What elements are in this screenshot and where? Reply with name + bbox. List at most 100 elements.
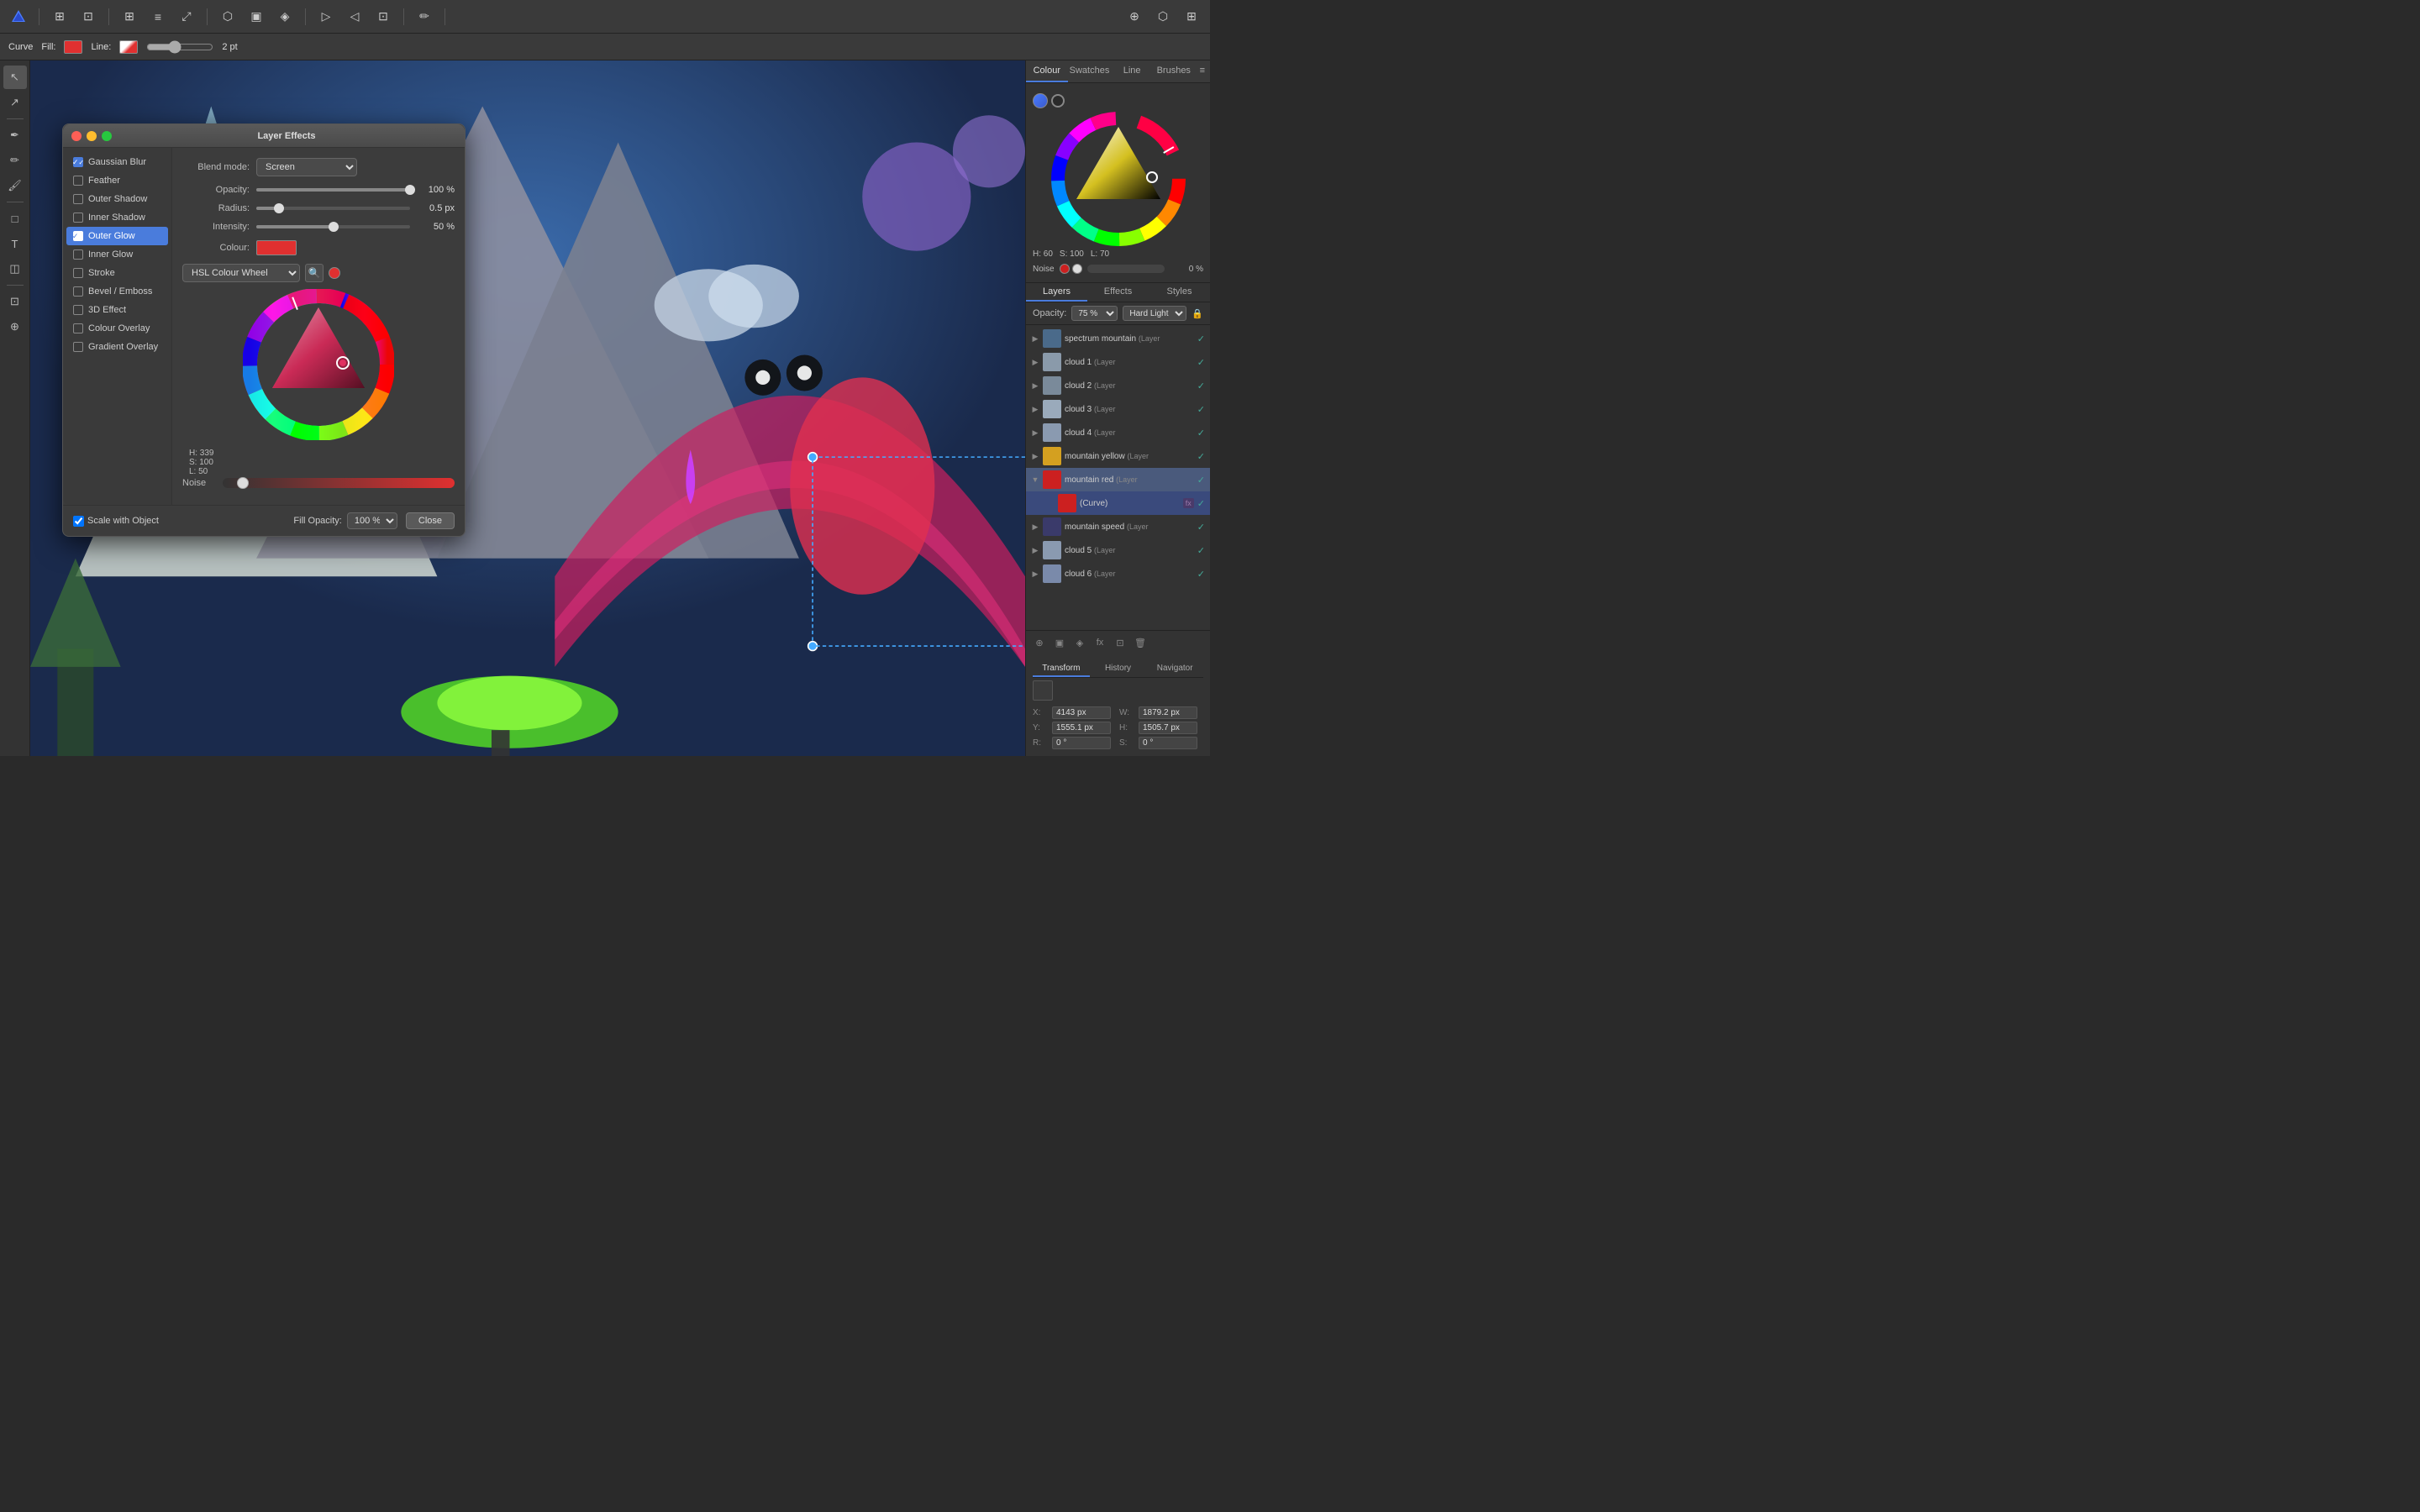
eyedropper-btn[interactable]: 🔍: [305, 264, 324, 282]
layer-item-cloud1[interactable]: ▶ cloud 1 (Layer ✓: [1026, 350, 1210, 374]
panel-noise-track[interactable]: [1087, 265, 1165, 273]
hsl-wheel[interactable]: [243, 289, 394, 440]
opacity-thumb[interactable]: [405, 185, 415, 195]
colour-swatch[interactable]: [256, 240, 297, 255]
copy-layer-icon[interactable]: ⊡: [1112, 634, 1128, 651]
layer-item-cloud2[interactable]: ▶ cloud 2 (Layer ✓: [1026, 374, 1210, 397]
dialog-close-btn[interactable]: [71, 131, 82, 141]
tab-transform[interactable]: Transform: [1033, 661, 1090, 677]
transform-btn[interactable]: ⤢: [175, 5, 198, 29]
settings-icon[interactable]: ⊞: [1180, 5, 1203, 29]
tab-effects[interactable]: Effects: [1087, 283, 1149, 302]
layer-expand-cloud2[interactable]: ▶: [1031, 381, 1039, 390]
layer-expand-cloud1[interactable]: ▶: [1031, 358, 1039, 366]
feather-check[interactable]: [73, 176, 83, 186]
effect-gradient-overlay[interactable]: Gradient Overlay: [66, 338, 168, 356]
new-layer-icon[interactable]: ⊕: [1031, 634, 1048, 651]
stroke-indicator[interactable]: [1051, 94, 1065, 108]
crop-tool[interactable]: ⊡: [3, 290, 27, 313]
layer-item-curve[interactable]: (Curve) fx ✓: [1026, 491, 1210, 515]
blend-mode-select[interactable]: Screen Normal Multiply Overlay: [256, 158, 357, 176]
h-input[interactable]: 1505.7 px: [1139, 722, 1197, 734]
tab-navigator[interactable]: Navigator: [1146, 661, 1203, 677]
zoom-tool[interactable]: ⊕: [3, 315, 27, 339]
noise-slider[interactable]: [223, 478, 455, 488]
line-color-swatch[interactable]: [119, 40, 138, 54]
layer-item-spectrum-mountain[interactable]: ▶ spectrum mountain (Layer ✓: [1026, 327, 1210, 350]
pen-tool[interactable]: ✒: [3, 123, 27, 147]
inner-shadow-check[interactable]: [73, 213, 83, 223]
group-layers-icon[interactable]: ▣: [1051, 634, 1068, 651]
layer-item-cloud3[interactable]: ▶ cloud 3 (Layer ✓: [1026, 397, 1210, 421]
fill-opacity-select[interactable]: 100 % 75 % 50 %: [347, 512, 397, 529]
grid-btn[interactable]: ⊞: [118, 5, 141, 29]
text-tool[interactable]: T: [3, 232, 27, 255]
tab-styles[interactable]: Styles: [1149, 283, 1210, 302]
panel-menu-btn[interactable]: ≡: [1195, 60, 1210, 82]
pen-btn[interactable]: ✏: [413, 5, 436, 29]
layer-item-cloud4[interactable]: ▶ cloud 4 (Layer ✓: [1026, 421, 1210, 444]
line-width-slider[interactable]: [146, 40, 213, 54]
dialog-minimize-btn[interactable]: [87, 131, 97, 141]
tab-brushes[interactable]: Brushes: [1153, 60, 1195, 82]
layer-item-cloud5[interactable]: ▶ cloud 5 (Layer ✓: [1026, 538, 1210, 562]
fx-icon[interactable]: fx: [1092, 634, 1108, 651]
r-input[interactable]: 0 °: [1052, 737, 1111, 749]
export-btn[interactable]: ⊡: [371, 5, 395, 29]
stroke-check[interactable]: [73, 268, 83, 278]
select-tool[interactable]: ↖: [3, 66, 27, 89]
align-btn[interactable]: ≡: [146, 5, 170, 29]
pixel-persona-btn[interactable]: ⊡: [76, 5, 100, 29]
transform-anchor[interactable]: [1033, 680, 1053, 701]
layer-blend-mode-select[interactable]: Hard Light Normal Screen Multiply: [1123, 306, 1186, 321]
shape-tool[interactable]: □: [3, 207, 27, 230]
layer-expand-speed[interactable]: ▶: [1031, 522, 1039, 531]
layer-item-cloud6[interactable]: ▶ cloud 6 (Layer ✓: [1026, 562, 1210, 585]
effect-3d[interactable]: 3D Effect: [66, 301, 168, 319]
fill-color-swatch[interactable]: [64, 40, 82, 54]
scale-with-object-check[interactable]: [73, 516, 84, 527]
layer-expand-cloud3[interactable]: ▶: [1031, 405, 1039, 413]
effect-inner-glow[interactable]: Inner Glow: [66, 245, 168, 264]
layer-item-mountain-yellow[interactable]: ▶ mountain yellow (Layer ✓: [1026, 444, 1210, 468]
s-input[interactable]: 0 °: [1139, 737, 1197, 749]
y-input[interactable]: 1555.1 px: [1052, 722, 1111, 734]
opacity-select[interactable]: 75 % 100 % 50 %: [1071, 306, 1118, 321]
delete-layer-icon[interactable]: 🗑: [1132, 634, 1149, 651]
effect-outer-glow[interactable]: ✓ Outer Glow: [66, 227, 168, 245]
path-btn[interactable]: ▷: [314, 5, 338, 29]
effect-gaussian-blur[interactable]: ✓ Gaussian Blur: [66, 153, 168, 171]
tab-layers[interactable]: Layers: [1026, 283, 1087, 302]
w-input[interactable]: 1879.2 px: [1139, 706, 1197, 719]
layer-item-mountain-red[interactable]: ▼ mountain red (Layer ✓: [1026, 468, 1210, 491]
x-input[interactable]: 4143 px: [1052, 706, 1111, 719]
geometry-btn[interactable]: ◈: [273, 5, 297, 29]
layer-expand-red[interactable]: ▼: [1031, 475, 1039, 484]
brush-tool[interactable]: 🖌: [3, 174, 27, 197]
effect-inner-shadow[interactable]: Inner Shadow: [66, 208, 168, 227]
gradient-tool[interactable]: ◫: [3, 257, 27, 281]
outer-glow-check[interactable]: ✓: [73, 231, 83, 241]
view-persona-btn[interactable]: ⊞: [48, 5, 71, 29]
intensity-slider-track[interactable]: [256, 225, 410, 228]
inner-glow-check[interactable]: [73, 249, 83, 260]
opacity-slider-track[interactable]: [256, 188, 410, 192]
layer-expand-yellow[interactable]: ▶: [1031, 452, 1039, 460]
radius-slider-track[interactable]: [256, 207, 410, 210]
radius-thumb[interactable]: [274, 203, 284, 213]
tab-swatches[interactable]: Swatches: [1068, 60, 1112, 82]
close-button[interactable]: Close: [406, 512, 455, 529]
layer-expand-cloud6[interactable]: ▶: [1031, 570, 1039, 578]
layer-item-mountain-speed[interactable]: ▶ mountain speed (Layer ✓: [1026, 515, 1210, 538]
intensity-thumb[interactable]: [329, 222, 339, 232]
effect-feather[interactable]: Feather: [66, 171, 168, 190]
effect-bevel-emboss[interactable]: Bevel / Emboss: [66, 282, 168, 301]
layer-expand-curve[interactable]: [1046, 499, 1055, 507]
3d-effect-check[interactable]: [73, 305, 83, 315]
tab-colour[interactable]: Colour: [1026, 60, 1068, 82]
noise-thumb[interactable]: [237, 477, 249, 489]
canvas-area[interactable]: Layer Effects ✓ Gaussian Blur Feather O: [30, 60, 1025, 756]
layer-expand-cloud5[interactable]: ▶: [1031, 546, 1039, 554]
dialog-maximize-btn[interactable]: [102, 131, 112, 141]
layer-expand-spectrum[interactable]: ▶: [1031, 334, 1039, 343]
